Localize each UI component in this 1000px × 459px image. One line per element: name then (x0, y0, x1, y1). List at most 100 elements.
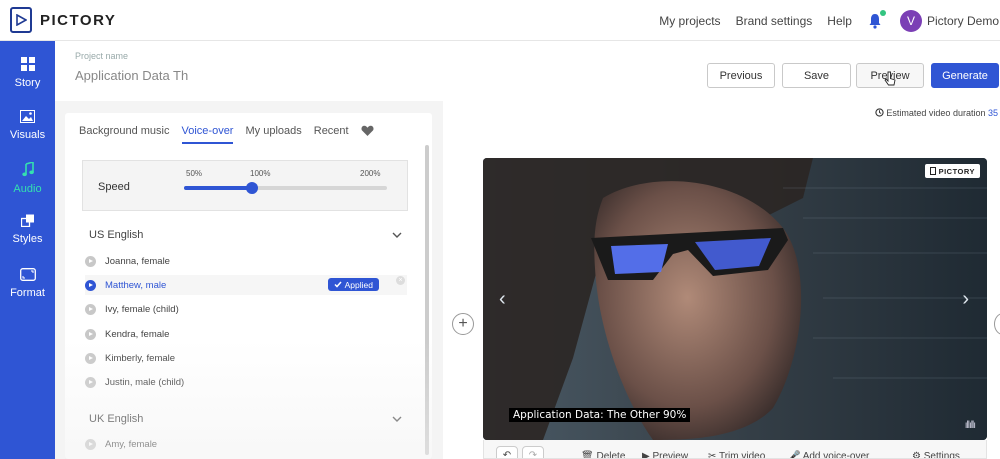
settings-button[interactable]: ⚙ Settings (912, 451, 960, 458)
speed-slider-track[interactable] (184, 182, 387, 194)
applied-badge: Applied (327, 278, 379, 291)
delete-label: Delete (596, 451, 626, 459)
voice-item[interactable]: Justin, male (child) (85, 372, 407, 392)
voice-item[interactable]: Amy, female (85, 434, 407, 454)
play-icon[interactable] (85, 255, 96, 267)
project-name-label: Project name (75, 51, 129, 61)
voice-item[interactable]: Kimberly, female (85, 348, 407, 368)
project-header: Project name Application Data Th Previou… (55, 41, 1000, 101)
audio-panel: Background music Voice-over My uploads R… (65, 113, 432, 459)
voice-item-selected[interactable]: Matthew, male Applied × (85, 275, 407, 295)
mouse-cursor-icon (884, 71, 896, 86)
video-preview[interactable]: PICTORY ‹ › Application Data: The Other … (483, 158, 987, 440)
grid-icon (20, 57, 35, 71)
preview-label: Preview (652, 451, 689, 459)
brand-name: PICTORY (40, 11, 117, 29)
voice-name: Kimberly, female (105, 352, 176, 364)
preview-scene-button[interactable]: ▶ Preview (642, 451, 689, 459)
sidebar-item-label: Format (10, 287, 45, 299)
chevron-right-icon[interactable]: › (962, 288, 969, 311)
sidebar-item-visuals[interactable]: Visuals (0, 110, 55, 141)
voice-name: Kendra, female (105, 328, 170, 340)
play-icon[interactable] (85, 438, 96, 450)
sidebar-item-label: Visuals (9, 129, 46, 141)
applied-label: Applied (344, 279, 373, 290)
remove-icon[interactable]: × (396, 276, 405, 285)
estimated-duration: Estimated video duration 35 (875, 108, 998, 118)
check-icon (334, 281, 342, 288)
sidebar-item-label: Audio (13, 183, 42, 195)
play-icon[interactable] (85, 279, 96, 291)
voice-name: Amy, female (105, 438, 158, 450)
avatar[interactable]: V (899, 9, 922, 32)
save-button[interactable]: Save (782, 63, 851, 88)
speed-slider-thumb[interactable] (245, 182, 258, 194)
undo-icon[interactable]: ↶ (496, 446, 518, 458)
play-icon[interactable] (85, 352, 96, 364)
voice-name: Matthew, male (105, 279, 167, 291)
redo-icon[interactable]: ↷ (522, 446, 544, 458)
voice-name: Ivy, female (child) (105, 303, 179, 315)
add-voice-over-button[interactable]: 🎤 Add voice-over (788, 451, 870, 459)
trim-video-button[interactable]: ✂ Trim video (708, 451, 765, 458)
voice-group-us-english[interactable]: US English (89, 229, 143, 241)
audio-tabs: Background music Voice-over My uploads R… (79, 125, 374, 144)
sidebar-item-label: Story (14, 77, 41, 89)
add-scene-button[interactable]: + (452, 313, 474, 335)
watermark-text: PICTORY (938, 166, 975, 176)
add-voice-over-label: Add voice-over (802, 451, 870, 459)
waveform-icon: ıllıllı (964, 420, 976, 431)
chevron-left-icon[interactable]: ‹ (499, 288, 506, 311)
voice-item[interactable]: Ivy, female (child) (85, 299, 407, 319)
tab-background-music[interactable]: Background music (79, 125, 170, 144)
previous-button[interactable]: Previous (707, 63, 775, 88)
user-name[interactable]: Pictory Demo (927, 14, 999, 28)
sidebar-item-format[interactable]: Format (0, 268, 55, 299)
my-projects-link[interactable]: My projects (659, 14, 720, 28)
speed-slider-fill (184, 186, 252, 190)
voice-item[interactable]: Joanna, female (85, 251, 407, 271)
bell-icon[interactable] (868, 9, 886, 29)
video-watermark: PICTORY (924, 164, 980, 178)
logo-play-icon (10, 7, 32, 33)
help-link[interactable]: Help (827, 14, 852, 28)
tab-my-uploads[interactable]: My uploads (245, 125, 301, 144)
tab-voice-over[interactable]: Voice-over (181, 125, 234, 144)
music-note-icon (21, 160, 34, 177)
panel-scrollbar[interactable] (425, 145, 429, 455)
sidebar-item-story[interactable]: Story (0, 57, 55, 89)
duration-label: Estimated video duration (886, 108, 986, 118)
chevron-down-icon[interactable] (392, 414, 402, 424)
next-scene-button[interactable] (994, 313, 1000, 335)
top-bar: PICTORY My projects Brand settings Help … (0, 0, 1000, 41)
sidebar-item-audio[interactable]: Audio (0, 160, 55, 195)
chevron-down-icon[interactable] (392, 230, 402, 240)
speed-tick-50: 50% (186, 169, 203, 178)
voice-item[interactable]: Kendra, female (85, 324, 407, 344)
brand-settings-link[interactable]: Brand settings (736, 14, 813, 28)
tab-recent[interactable]: Recent (314, 125, 349, 144)
heart-icon[interactable] (361, 125, 374, 144)
notification-dot (879, 9, 886, 16)
speed-control: Speed 50% 100% 200% (82, 160, 408, 211)
sidebar-item-label: Styles (12, 233, 43, 245)
play-icon[interactable] (85, 376, 96, 388)
voice-name: Justin, male (child) (105, 376, 185, 388)
speed-label: Speed (98, 181, 130, 193)
speed-tick-100: 100% (250, 169, 271, 178)
sidebar-item-styles[interactable]: Styles (0, 214, 55, 245)
video-caption: Application Data: The Other 90% (509, 408, 691, 422)
play-icon[interactable] (85, 303, 96, 315)
duration-value: 35 (987, 108, 998, 118)
left-sidebar: Story Visuals Audio Styles Format (0, 41, 55, 459)
voice-group-uk-english[interactable]: UK English (89, 413, 143, 425)
brand-logo[interactable]: PICTORY (10, 7, 116, 33)
play-icon[interactable] (85, 328, 96, 340)
speed-tick-200: 200% (360, 169, 381, 178)
top-nav: My projects Brand settings Help V Pictor… (644, 0, 1000, 41)
generate-button[interactable]: Generate (931, 63, 999, 88)
styles-icon (20, 214, 34, 228)
format-icon (19, 268, 36, 281)
delete-button[interactable]: 🗑 Delete (581, 451, 626, 459)
project-name-field[interactable]: Application Data Th (75, 68, 188, 83)
